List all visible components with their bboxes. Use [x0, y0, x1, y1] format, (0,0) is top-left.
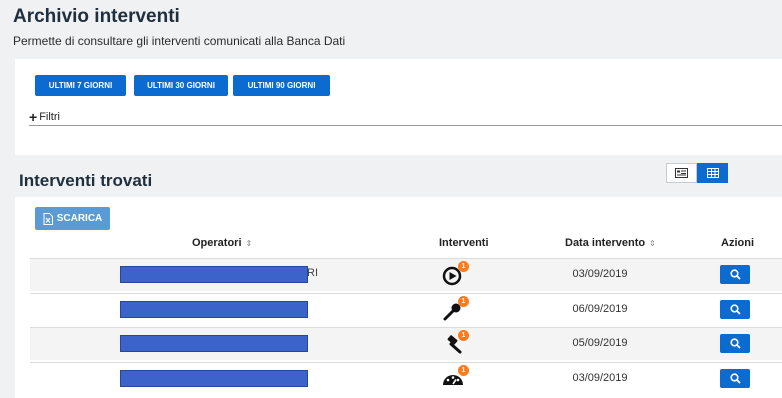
download-button[interactable]: SCARICA [35, 207, 110, 230]
page-header: Archivio interventi Permette di consulta… [13, 6, 345, 48]
search-icon [729, 304, 741, 315]
sort-icon: ⇕ [245, 238, 253, 248]
search-icon [729, 373, 741, 384]
view-details-button[interactable] [720, 300, 750, 319]
filters-toggle[interactable]: + Filtri [29, 108, 782, 126]
intervention-date: 03/09/2019 [572, 372, 628, 384]
card-view-button[interactable] [666, 163, 697, 183]
download-label: SCARICA [56, 213, 103, 224]
last-90-days-button[interactable]: ULTIMI 90 GIORNI [233, 75, 330, 96]
redacted-operator-name [120, 301, 308, 318]
last-7-days-button[interactable]: ULTIMI 7 GIORNI [35, 75, 126, 96]
column-label-data: Data intervento [565, 237, 646, 249]
search-icon [729, 338, 741, 349]
microphone-icon[interactable]: 1 [441, 296, 469, 322]
table-row: 1 05/09/2019 [30, 327, 782, 360]
last-30-days-button[interactable]: ULTIMI 30 GIORNI [134, 75, 228, 96]
filters-label: Filtri [39, 110, 60, 123]
intervention-date: 03/09/2019 [572, 268, 628, 280]
card-view-icon [675, 168, 688, 178]
sort-icon: ⇕ [649, 238, 656, 248]
table-row: 1 03/09/2019 [30, 362, 782, 395]
view-details-button[interactable] [720, 265, 750, 284]
speedometer-icon[interactable]: 1 [441, 365, 469, 391]
search-icon [729, 269, 741, 280]
column-header-operatori[interactable]: Operatori ⇕ [192, 237, 252, 249]
redacted-operator-name [120, 266, 308, 283]
intervention-date: 06/09/2019 [572, 303, 628, 315]
results-panel: SCARICA Operatori ⇕ Interventi Data inte… [15, 197, 782, 398]
view-toggle [666, 163, 728, 183]
gavel-icon[interactable]: 1 [441, 330, 469, 356]
view-details-button[interactable] [720, 369, 750, 388]
count-badge: 1 [458, 330, 469, 341]
page-subtitle: Permette di consultare gli interventi co… [13, 34, 346, 48]
count-badge: 1 [458, 365, 469, 376]
table-row: 1 06/09/2019 [30, 293, 782, 326]
column-header-azioni: Azioni [721, 237, 754, 249]
column-label-interventi: Interventi [439, 237, 489, 249]
results-title: Interventi trovati [19, 171, 153, 190]
table-view-button[interactable] [697, 163, 728, 183]
column-header-data[interactable]: Data intervento ⇕ [565, 237, 656, 249]
redacted-operator-name [120, 370, 308, 387]
column-header-interventi: Interventi [439, 237, 489, 249]
redacted-operator-name [120, 335, 308, 352]
filter-panel: ULTIMI 7 GIORNI ULTIMI 30 GIORNI ULTIMI … [15, 59, 782, 155]
column-label-operatori: Operatori [192, 237, 242, 249]
page-title: Archivio interventi [13, 6, 180, 27]
play-circle-icon[interactable]: 1 [441, 261, 469, 287]
count-badge: 1 [458, 261, 469, 272]
table-row: RI 1 03/09/2019 [30, 258, 782, 291]
count-badge: 1 [458, 296, 469, 307]
view-details-button[interactable] [720, 334, 750, 353]
excel-file-icon [43, 212, 53, 225]
plus-icon: + [29, 108, 38, 125]
column-label-azioni: Azioni [721, 237, 754, 249]
operator-name-suffix: RI [307, 267, 318, 279]
table-view-icon [706, 168, 719, 178]
intervention-date: 05/09/2019 [572, 337, 628, 349]
